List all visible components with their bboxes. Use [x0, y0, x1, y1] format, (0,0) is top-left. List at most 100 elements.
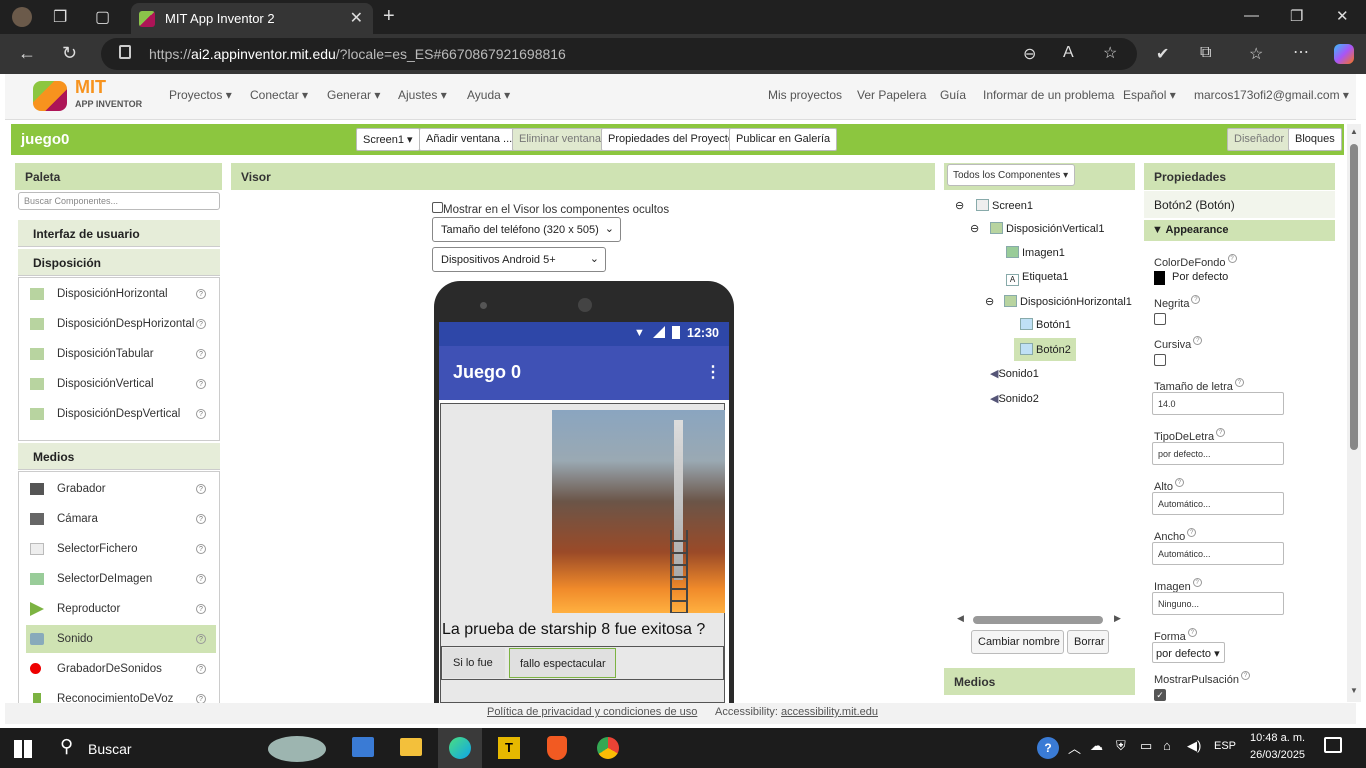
tree-scrollbar-thumb[interactable] — [973, 616, 1103, 624]
show-hidden-checkbox[interactable] — [432, 202, 443, 213]
help-icon[interactable]: ? — [196, 634, 206, 644]
palette-item-selectordeimagen[interactable]: SelectorDeImagen? — [26, 565, 216, 593]
remove-screen-button[interactable]: Eliminar ventana — [512, 128, 608, 151]
tree-item-vertical1[interactable]: DisposiciónVertical1 — [990, 222, 1104, 235]
network-icon[interactable]: ⌂ — [1163, 738, 1171, 753]
help-icon[interactable]: ? — [196, 694, 206, 703]
help-icon[interactable]: ? — [1193, 336, 1203, 345]
rocket-launch-image[interactable] — [552, 410, 725, 613]
taskbar-app-remote-icon[interactable] — [352, 737, 374, 757]
bg-color-swatch[interactable] — [1154, 271, 1165, 285]
accessibility-link[interactable]: accessibility.mit.edu — [781, 706, 878, 718]
notifications-icon[interactable] — [1324, 737, 1342, 753]
link-ver-papelera[interactable]: Ver Papelera — [857, 88, 926, 102]
tree-item-horizontal1[interactable]: DisposiciónHorizontal1 — [1004, 295, 1132, 308]
tree-item-boton2[interactable]: Botón2 — [1014, 338, 1076, 361]
delete-button[interactable]: Borrar — [1067, 630, 1109, 654]
help-icon[interactable]: ? — [196, 664, 206, 674]
vertical-arrangement[interactable]: La prueba de starship 8 fue exitosa ? Si… — [440, 403, 725, 703]
taskbar-search[interactable]: ⚲ Buscar — [50, 730, 360, 766]
button-si-lo-fue[interactable]: Si lo fue — [443, 648, 505, 678]
help-icon[interactable]: ? — [1191, 295, 1201, 304]
menu-ajustes[interactable]: Ajustes ▾ — [398, 88, 447, 102]
link-mis-proyectos[interactable]: Mis proyectos — [768, 88, 842, 102]
bg-color-value[interactable]: Por defecto — [1172, 271, 1228, 283]
phone-size-select[interactable]: Tamaño del teléfono (320 x 505) ⌄ — [432, 217, 621, 242]
palette-item-disposicionvertical[interactable]: DisposiciónVertical? — [26, 370, 216, 398]
cloud-icon[interactable]: ☁ — [1090, 738, 1103, 754]
clock-time[interactable]: 10:48 a. m. — [1250, 732, 1305, 744]
help-icon[interactable]: ? — [1187, 628, 1197, 637]
taskbar-chrome-icon[interactable] — [597, 737, 619, 759]
palette-item-disposiciontabular[interactable]: DisposiciónTabular? — [26, 340, 216, 368]
help-icon[interactable]: ? — [196, 604, 206, 614]
palette-item-disposiciondesphorizontal[interactable]: DisposiciónDespHorizontal? — [26, 310, 216, 338]
help-icon[interactable]: ? — [1234, 378, 1244, 387]
new-tab-icon[interactable]: + — [383, 5, 395, 28]
favorites-icon[interactable]: ☆ — [1249, 44, 1263, 64]
palette-item-selectorfichero[interactable]: SelectorFichero? — [26, 535, 216, 563]
input-language[interactable]: ESP — [1214, 740, 1236, 752]
clock-date[interactable]: 26/03/2025 — [1250, 749, 1305, 761]
tree-item-boton1[interactable]: Botón1 — [1020, 318, 1071, 331]
menu-ayuda[interactable]: Ayuda ▾ — [467, 88, 510, 102]
tree-toggle-screen1[interactable]: ⊖ — [955, 199, 964, 212]
close-window-icon[interactable]: ✕ — [1336, 7, 1349, 25]
reload-icon[interactable]: ↻ — [62, 43, 77, 64]
browser-tab-active[interactable]: MIT App Inventor 2 ✕ — [131, 3, 373, 34]
help-icon[interactable]: ? — [1216, 428, 1226, 437]
volume-icon[interactable]: ◀) — [1187, 738, 1201, 754]
font-type-input[interactable]: por defecto... — [1152, 442, 1284, 465]
back-icon[interactable]: ← — [18, 43, 36, 64]
menu-account[interactable]: marcos173ofi2@gmail.com ▾ — [1194, 88, 1349, 102]
profile-avatar[interactable] — [12, 7, 32, 27]
width-input[interactable]: Automático... — [1152, 542, 1284, 565]
tab-actions-icon[interactable]: ▢ — [95, 7, 110, 27]
help-icon[interactable]: ? — [196, 574, 206, 584]
help-icon[interactable]: ? — [1192, 578, 1202, 587]
windows-start-icon[interactable] — [14, 740, 32, 758]
help-icon[interactable]: ? — [196, 289, 206, 299]
read-aloud-icon[interactable]: A — [1063, 44, 1074, 62]
taskbar-file-explorer-icon[interactable] — [400, 738, 422, 756]
tree-toggle-horizontal1[interactable]: ⊖ — [985, 295, 994, 308]
help-icon[interactable]: ? — [1174, 478, 1184, 487]
rename-button[interactable]: Cambiar nombre — [971, 630, 1064, 654]
security-shield-icon[interactable]: ⛨ — [1116, 738, 1126, 754]
button-fallo-espectacular[interactable]: fallo espectacular — [509, 648, 616, 678]
tree-item-etiqueta1[interactable]: A Etiqueta1 — [1006, 271, 1068, 286]
taskbar-brave-icon[interactable] — [547, 736, 567, 760]
page-scrollbar[interactable] — [1347, 124, 1361, 702]
help-icon[interactable]: ? — [1037, 737, 1059, 759]
show-hidden-row[interactable]: Mostrar en el Visor los componentes ocul… — [432, 202, 669, 216]
mit-logo[interactable]: MIT APP INVENTOR — [33, 77, 143, 114]
properties-scroll-up-icon[interactable]: ▲ — [1350, 127, 1358, 136]
tray-chevron-icon[interactable]: ︿ — [1068, 738, 1081, 757]
privacy-link[interactable]: Política de privacidad y condiciones de … — [487, 706, 697, 718]
tree-toggle-vertical1[interactable]: ⊖ — [970, 222, 979, 235]
help-icon[interactable]: ? — [196, 484, 206, 494]
tree-item-imagen1[interactable]: Imagen1 — [1006, 246, 1065, 259]
page-scrollbar-thumb[interactable] — [1350, 144, 1358, 450]
lock-icon[interactable] — [119, 45, 131, 59]
blocks-button[interactable]: Bloques — [1288, 128, 1342, 151]
scroll-left-icon[interactable]: ◀ — [957, 613, 964, 624]
italic-checkbox[interactable] — [1154, 354, 1166, 366]
palette-section-interfaz[interactable]: Interfaz de usuario — [18, 220, 220, 247]
help-icon[interactable]: ? — [196, 319, 206, 329]
palette-item-grabadordesonidos[interactable]: GrabadorDeSonidos? — [26, 655, 216, 683]
properties-scroll-down-icon[interactable]: ▼ — [1350, 686, 1358, 695]
palette-item-sonido[interactable]: Sonido? — [26, 625, 216, 653]
help-icon[interactable]: ? — [1187, 528, 1197, 537]
link-informar[interactable]: Informar de un problema — [983, 88, 1114, 102]
palette-item-disposicionhorizontal[interactable]: DisposiciónHorizontal? — [26, 280, 216, 308]
help-icon[interactable]: ? — [196, 409, 206, 419]
help-icon[interactable]: ? — [1240, 671, 1250, 680]
battery-icon[interactable]: ▭ — [1140, 738, 1152, 754]
palette-section-disposicion[interactable]: Disposición — [18, 249, 220, 276]
android-version-select[interactable]: Dispositivos Android 5+ ⌄ — [432, 247, 606, 272]
help-icon[interactable]: ? — [196, 514, 206, 524]
more-menu-icon[interactable]: ⋯ — [1293, 42, 1309, 62]
project-properties-button[interactable]: Propiedades del Proyecto — [601, 128, 741, 151]
add-screen-button[interactable]: Añadir ventana ... — [419, 128, 520, 151]
